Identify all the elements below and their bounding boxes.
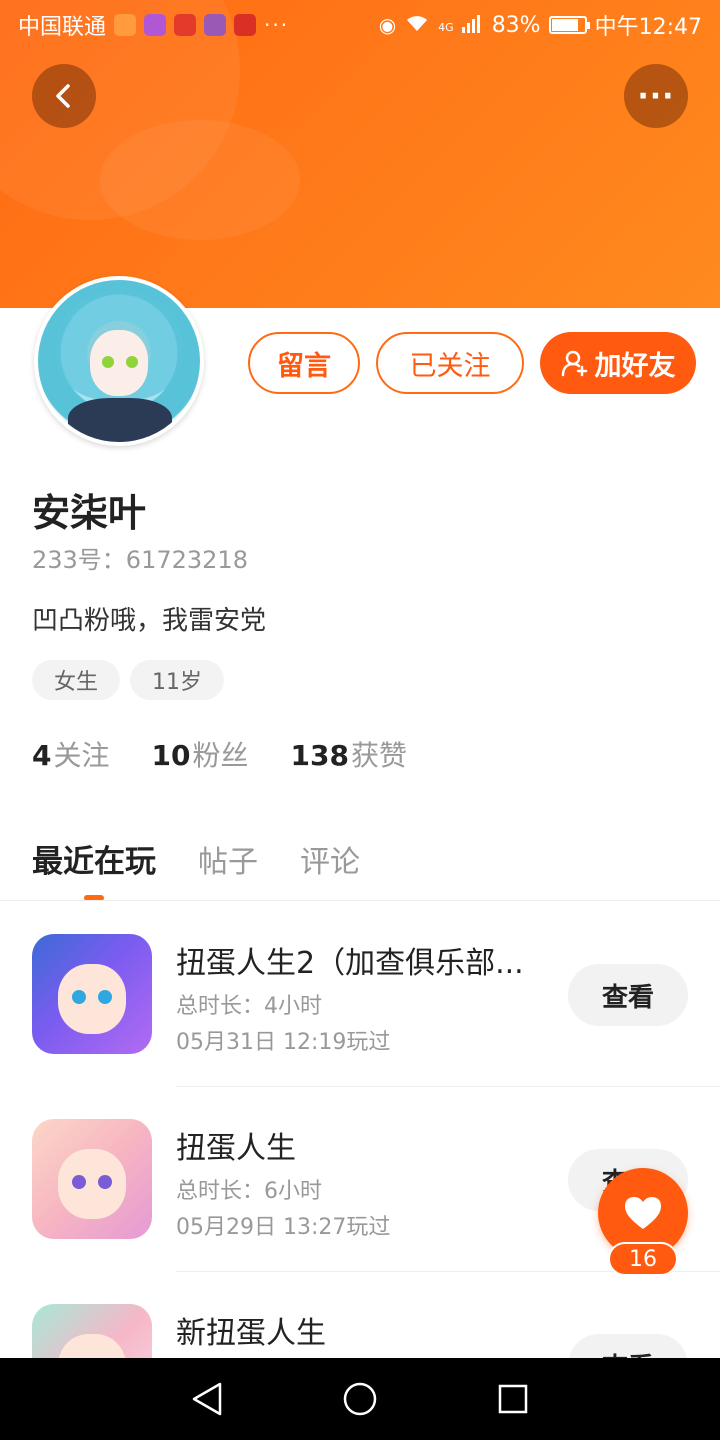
circle-home-icon [343, 1382, 377, 1416]
triangle-back-icon [192, 1382, 221, 1416]
game-last-played: 05月29日 13:27玩过 [176, 1215, 391, 1240]
nav-recents-button[interactable] [493, 1379, 533, 1419]
more-options-button[interactable]: ··· [624, 64, 688, 128]
profile-uid: 233号：61723218 [32, 546, 248, 574]
game-duration: 总时长：4小时 [176, 994, 322, 1019]
game-title: 新扭蛋人生 [176, 1316, 326, 1351]
notification-app-icon [144, 14, 167, 36]
like-count: 16 [608, 1242, 678, 1276]
add-friend-button[interactable]: 加好友 [540, 332, 696, 394]
game-title: 扭蛋人生 [176, 1131, 296, 1166]
profile-tabs: 最近在玩 帖子 评论 [32, 836, 360, 881]
game-title: 扭蛋人生2（加查俱乐部... [176, 946, 524, 981]
wifi-icon [404, 13, 430, 38]
profile-tags: 女生 11岁 [32, 660, 225, 700]
battery-icon [548, 16, 590, 34]
more-horizontal-icon: ··· [637, 78, 675, 114]
stat-following-label: 关注 [53, 739, 110, 772]
back-button[interactable] [32, 64, 96, 128]
profile-name: 安柒叶 [32, 491, 147, 535]
following-button[interactable]: 已关注 [376, 332, 524, 394]
add-friend-label: 加好友 [594, 350, 676, 382]
avatar[interactable] [34, 276, 204, 446]
profile-stats: 4关注 10粉丝 138获赞 [32, 734, 407, 774]
notification-video-icon [114, 14, 137, 36]
tag-age: 11岁 [130, 660, 225, 700]
game-duration: 总时长：6小时 [176, 1179, 322, 1204]
game-last-played: 05月31日 12:19玩过 [176, 1030, 391, 1055]
add-user-icon [561, 350, 587, 377]
tag-gender: 女生 [32, 660, 121, 700]
stat-fans[interactable]: 10粉丝 [152, 734, 249, 774]
clock: 中午12:47 [594, 15, 702, 40]
stat-following[interactable]: 4关注 [32, 734, 110, 774]
game-icon [32, 934, 152, 1054]
status-bar: 中国联通 ··· ◉ 4G 83% 中午12:47 [0, 0, 720, 50]
battery-level-fill [551, 19, 579, 31]
view-button[interactable]: 查看 [568, 964, 688, 1026]
notification-social-icon [234, 14, 257, 36]
stat-fans-count: 10 [151, 739, 191, 772]
avatar-image [38, 280, 200, 442]
more-notifications-icon: ··· [264, 13, 290, 37]
row-divider [176, 1086, 720, 1087]
tab-comments[interactable]: 评论 [300, 837, 360, 881]
network-type-label: 4G [438, 21, 454, 34]
tab-posts[interactable]: 帖子 [198, 837, 258, 881]
nav-home-button[interactable] [340, 1379, 380, 1419]
profile-bio: 凹凸粉哦，我雷安党 [32, 606, 267, 636]
chevron-left-icon [56, 84, 70, 108]
heart-icon [625, 1197, 661, 1229]
stat-likes-count: 138 [290, 739, 349, 772]
list-item[interactable]: 扭蛋人生2（加查俱乐部... 总时长：4小时 05月31日 12:19玩过 查看 [0, 934, 720, 1120]
stat-likes[interactable]: 138获赞 [290, 734, 406, 774]
square-recents-icon [499, 1384, 528, 1414]
stat-likes-label: 获赞 [350, 739, 407, 772]
tab-divider [0, 900, 720, 901]
signal-icon [461, 13, 484, 38]
stat-fans-label: 粉丝 [192, 739, 249, 772]
notification-music-icon [204, 14, 227, 36]
game-icon [32, 1119, 152, 1239]
carrier-label: 中国联通 [18, 15, 107, 40]
nav-back-button[interactable] [187, 1379, 227, 1419]
system-navigation-bar [0, 1358, 720, 1440]
eye-comfort-icon: ◉ [378, 13, 397, 37]
stat-following-count: 4 [32, 739, 52, 772]
tab-recently-played[interactable]: 最近在玩 [32, 836, 156, 881]
battery-percent: 83% [491, 12, 541, 38]
leave-message-button[interactable]: 留言 [248, 332, 360, 394]
notification-game-icon [174, 14, 197, 36]
